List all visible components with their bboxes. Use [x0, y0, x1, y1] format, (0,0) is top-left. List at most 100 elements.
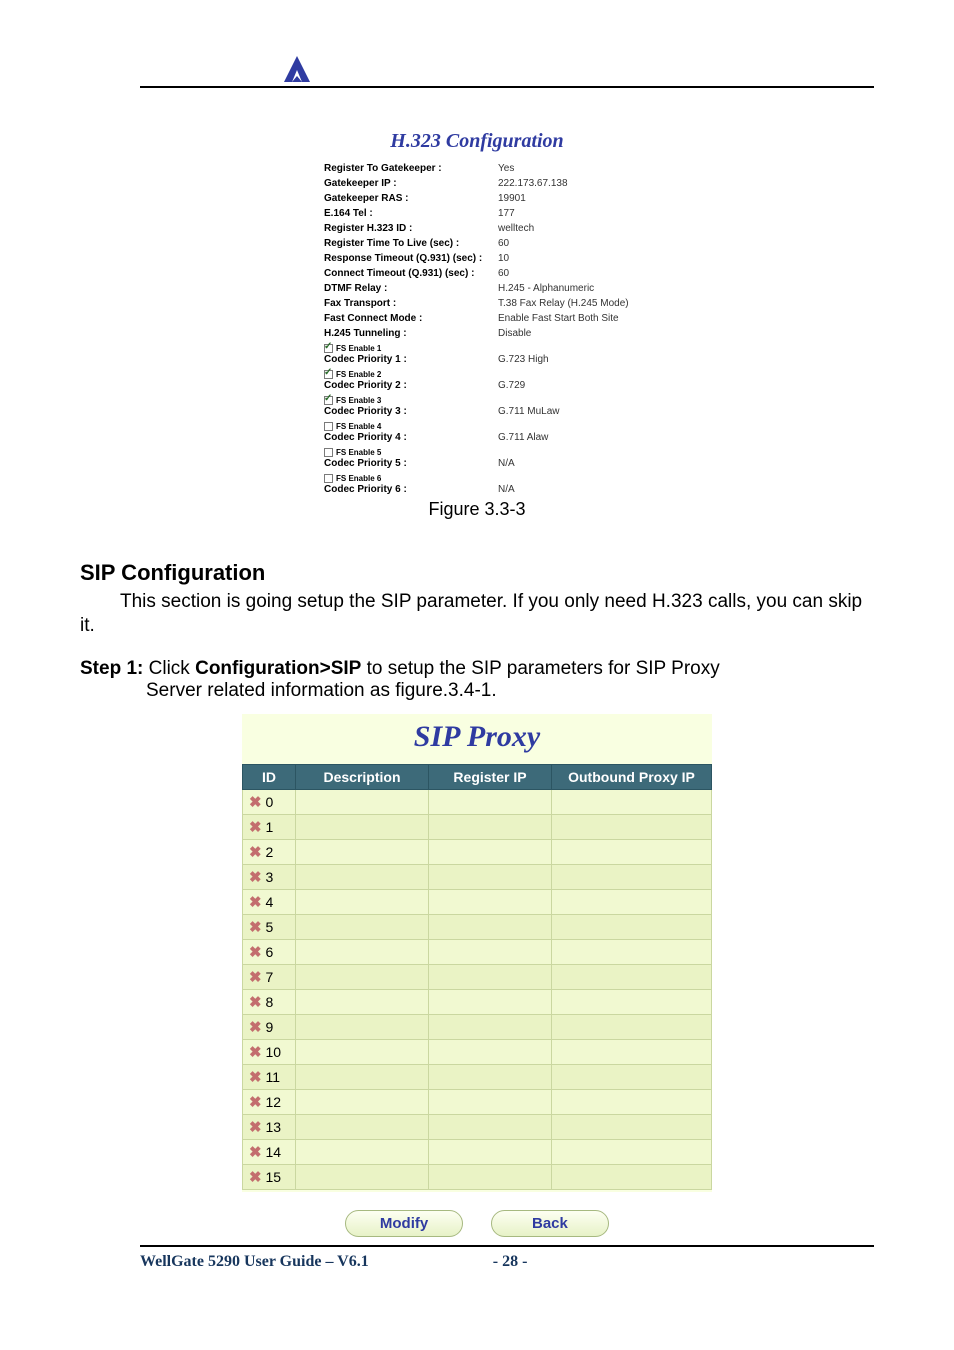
table-row[interactable]: ✖ 3 — [243, 864, 712, 889]
footer-rule — [140, 1245, 874, 1247]
row-desc — [296, 864, 429, 889]
h323-codec-row: FS Enable 2Codec Priority 2 :G.729 — [322, 367, 632, 393]
row-out — [552, 1164, 712, 1189]
fs-enable-checkbox[interactable] — [324, 448, 333, 457]
row-id: 13 — [265, 1119, 281, 1135]
h323-codec-row: FS Enable 5Codec Priority 5 :N/A — [322, 445, 632, 471]
delete-icon[interactable]: ✖ — [249, 1169, 262, 1186]
fs-enable-checkbox[interactable] — [324, 370, 333, 379]
sip-heading: SIP Configuration — [80, 560, 874, 586]
table-row[interactable]: ✖ 11 — [243, 1064, 712, 1089]
row-id: 10 — [265, 1044, 281, 1060]
table-row[interactable]: ✖ 0 — [243, 789, 712, 814]
row-out — [552, 914, 712, 939]
row-reg — [429, 1089, 552, 1114]
h323-row-label: E.164 Tel : — [322, 206, 496, 221]
codec-label-cell: FS Enable 3Codec Priority 3 : — [322, 393, 496, 419]
delete-icon[interactable]: ✖ — [249, 1119, 262, 1136]
codec-value: G.711 Alaw — [496, 419, 632, 445]
row-reg — [429, 1114, 552, 1139]
h323-config-panel: H.323 Configuration Register To Gatekeep… — [322, 130, 632, 497]
delete-icon[interactable]: ✖ — [249, 1094, 262, 1111]
codec-value: G.723 High — [496, 341, 632, 367]
table-row[interactable]: ✖ 10 — [243, 1039, 712, 1064]
row-id-cell: ✖ 0 — [243, 789, 296, 814]
h323-row-value: welltech — [496, 221, 632, 236]
table-row[interactable]: ✖ 4 — [243, 889, 712, 914]
h323-row-value: 60 — [496, 266, 632, 281]
row-desc — [296, 839, 429, 864]
table-row[interactable]: ✖ 12 — [243, 1089, 712, 1114]
step-pre: Click — [143, 658, 195, 679]
table-row[interactable]: ✖ 2 — [243, 839, 712, 864]
h323-table: Register To Gatekeeper :YesGatekeeper IP… — [322, 161, 632, 497]
fs-enable-checkbox[interactable] — [324, 344, 333, 353]
table-row[interactable]: ✖ 6 — [243, 939, 712, 964]
col-reg: Register IP — [429, 764, 552, 789]
row-reg — [429, 1064, 552, 1089]
fs-enable-checkbox[interactable] — [324, 422, 333, 431]
delete-icon[interactable]: ✖ — [249, 1069, 262, 1086]
codec-value: N/A — [496, 445, 632, 471]
table-row[interactable]: ✖ 9 — [243, 1014, 712, 1039]
row-out — [552, 939, 712, 964]
delete-icon[interactable]: ✖ — [249, 1144, 262, 1161]
row-id: 5 — [265, 919, 273, 935]
codec-priority-label: Codec Priority 5 : — [324, 458, 407, 469]
h323-codec-row: FS Enable 3Codec Priority 3 :G.711 MuLaw — [322, 393, 632, 419]
row-reg — [429, 914, 552, 939]
table-row[interactable]: ✖ 5 — [243, 914, 712, 939]
delete-icon[interactable]: ✖ — [249, 1044, 262, 1061]
fs-enable-label: FS Enable 1 — [336, 344, 381, 353]
delete-icon[interactable]: ✖ — [249, 819, 262, 836]
fs-enable-checkbox[interactable] — [324, 474, 333, 483]
h323-codec-row: FS Enable 4Codec Priority 4 :G.711 Alaw — [322, 419, 632, 445]
row-out — [552, 839, 712, 864]
step-post: to setup the SIP parameters for SIP Prox… — [361, 658, 719, 679]
delete-icon[interactable]: ✖ — [249, 919, 262, 936]
h323-row-label: Connect Timeout (Q.931) (sec) : — [322, 266, 496, 281]
step-label: Step 1: — [80, 658, 143, 679]
delete-icon[interactable]: ✖ — [249, 994, 262, 1011]
delete-icon[interactable]: ✖ — [249, 794, 262, 811]
row-desc — [296, 1039, 429, 1064]
h323-row-value: Enable Fast Start Both Site — [496, 311, 632, 326]
footer-title: WellGate 5290 User Guide – V6.1 — [140, 1253, 369, 1270]
delete-icon[interactable]: ✖ — [249, 1019, 262, 1036]
delete-icon[interactable]: ✖ — [249, 894, 262, 911]
table-row[interactable]: ✖ 8 — [243, 989, 712, 1014]
row-id-cell: ✖ 12 — [243, 1089, 296, 1114]
codec-value: N/A — [496, 471, 632, 497]
figure-caption: Figure 3.3-3 — [80, 499, 874, 520]
back-button[interactable]: Back — [491, 1210, 609, 1237]
row-reg — [429, 814, 552, 839]
table-row[interactable]: ✖ 1 — [243, 814, 712, 839]
h323-row-label: Register To Gatekeeper : — [322, 161, 496, 176]
h323-row: Connect Timeout (Q.931) (sec) :60 — [322, 266, 632, 281]
delete-icon[interactable]: ✖ — [249, 944, 262, 961]
table-row[interactable]: ✖ 14 — [243, 1139, 712, 1164]
row-reg — [429, 889, 552, 914]
h323-row: Register To Gatekeeper :Yes — [322, 161, 632, 176]
row-out — [552, 1089, 712, 1114]
delete-icon[interactable]: ✖ — [249, 969, 262, 986]
fs-enable-checkbox[interactable] — [324, 396, 333, 405]
table-row[interactable]: ✖ 13 — [243, 1114, 712, 1139]
col-out: Outbound Proxy IP — [552, 764, 712, 789]
fs-enable-label: FS Enable 3 — [336, 396, 381, 405]
table-row[interactable]: ✖ 7 — [243, 964, 712, 989]
codec-label-cell: FS Enable 2Codec Priority 2 : — [322, 367, 496, 393]
delete-icon[interactable]: ✖ — [249, 844, 262, 861]
delete-icon[interactable]: ✖ — [249, 869, 262, 886]
row-out — [552, 889, 712, 914]
modify-button[interactable]: Modify — [345, 1210, 463, 1237]
row-id-cell: ✖ 6 — [243, 939, 296, 964]
row-desc — [296, 1114, 429, 1139]
brand-logo-icon — [280, 52, 314, 86]
table-row[interactable]: ✖ 15 — [243, 1164, 712, 1189]
h323-row-label: DTMF Relay : — [322, 281, 496, 296]
h323-row: Gatekeeper RAS :19901 — [322, 191, 632, 206]
fs-enable-label: FS Enable 2 — [336, 370, 381, 379]
h323-row-value: H.245 - Alphanumeric — [496, 281, 632, 296]
row-id-cell: ✖ 9 — [243, 1014, 296, 1039]
